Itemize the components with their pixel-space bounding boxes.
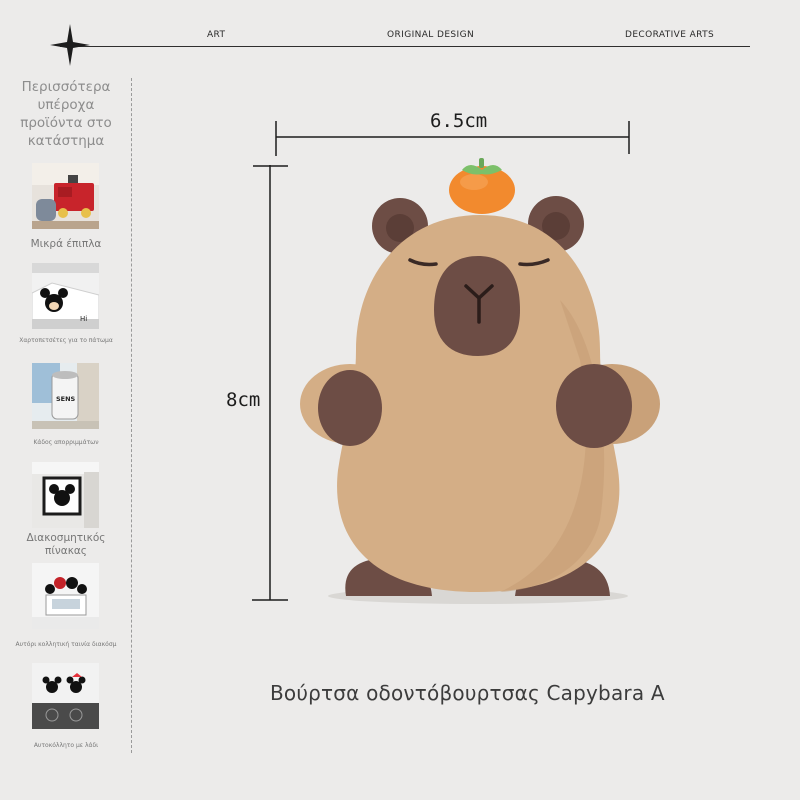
capybara-figure-icon bbox=[300, 158, 660, 604]
width-dimension-label: 6.5cm bbox=[430, 110, 488, 132]
height-dimension-line bbox=[252, 165, 288, 601]
product-title: Βούρτσα οδοντόβουρτσας Capybara A bbox=[270, 681, 665, 705]
height-dimension-label: 8cm bbox=[226, 389, 261, 411]
product-illustration bbox=[252, 121, 660, 604]
